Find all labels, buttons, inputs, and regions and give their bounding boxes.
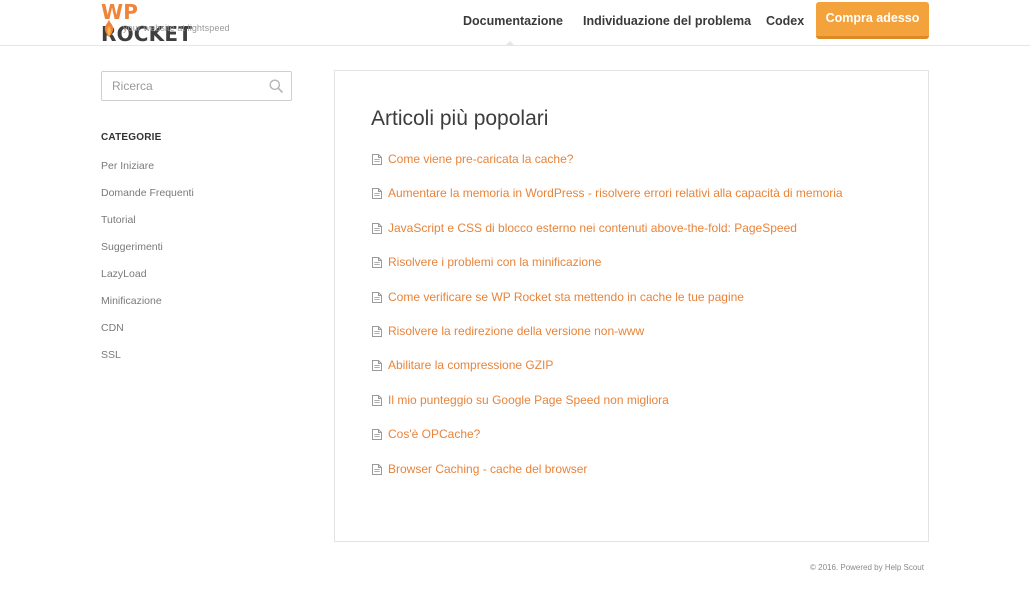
document-icon	[372, 188, 382, 200]
category-tutorial[interactable]: Tutorial	[101, 214, 194, 241]
article-link[interactable]: JavaScript e CSS di blocco esterno nei c…	[388, 221, 797, 235]
document-icon	[372, 429, 382, 441]
nav-item-codex[interactable]: Codex	[766, 14, 804, 28]
search-icon[interactable]	[269, 79, 283, 93]
category-cdn[interactable]: CDN	[101, 322, 194, 349]
article-list: Come viene pre-caricata la cache? Aument…	[372, 152, 843, 496]
document-icon	[372, 394, 382, 406]
article-item[interactable]: Come verificare se WP Rocket sta mettend…	[372, 290, 843, 324]
article-link[interactable]: Come verificare se WP Rocket sta mettend…	[388, 290, 744, 304]
site-header: WP ROCKET your website at lightspeed Doc…	[0, 0, 1030, 46]
footer-credit: © 2016. Powered by Help Scout	[810, 563, 924, 572]
article-item[interactable]: Cos'è OPCache?	[372, 427, 843, 461]
article-item[interactable]: Come viene pre-caricata la cache?	[372, 152, 843, 186]
page-title: Articoli più popolari	[371, 107, 549, 130]
logo-tagline: your website at lightspeed	[123, 23, 230, 33]
rocket-flame-icon	[104, 20, 114, 37]
nav-item-individuazione-problema[interactable]: Individuazione del problema	[583, 14, 751, 28]
document-icon	[372, 291, 382, 303]
article-link[interactable]: Cos'è OPCache?	[388, 427, 480, 441]
category-per-iniziare[interactable]: Per Iniziare	[101, 160, 194, 187]
document-icon	[372, 325, 382, 337]
wp-rocket-logo[interactable]: WP ROCKET your website at lightspeed	[101, 1, 236, 45]
popular-articles-panel: Articoli più popolari Come viene pre-car…	[334, 70, 929, 542]
article-item[interactable]: JavaScript e CSS di blocco esterno nei c…	[372, 221, 843, 255]
article-link[interactable]: Il mio punteggio su Google Page Speed no…	[388, 393, 669, 407]
nav-item-documentazione[interactable]: Documentazione	[463, 14, 563, 28]
article-link[interactable]: Browser Caching - cache del browser	[388, 462, 587, 476]
category-suggerimenti[interactable]: Suggerimenti	[101, 241, 194, 268]
article-item[interactable]: Aumentare la memoria in WordPress - riso…	[372, 186, 843, 220]
document-icon	[372, 154, 382, 165]
search-box	[101, 71, 292, 101]
article-item[interactable]: Abilitare la compressione GZIP	[372, 358, 843, 392]
search-input[interactable]	[102, 72, 262, 100]
buy-now-button[interactable]: Compra adesso	[816, 2, 929, 39]
category-minificazione[interactable]: Minificazione	[101, 295, 194, 322]
article-item[interactable]: Browser Caching - cache del browser	[372, 462, 843, 496]
document-icon	[372, 257, 382, 269]
article-link[interactable]: Abilitare la compressione GZIP	[388, 358, 553, 372]
category-domande-frequenti[interactable]: Domande Frequenti	[101, 187, 194, 214]
category-list: Per Iniziare Domande Frequenti Tutorial …	[101, 160, 194, 376]
document-icon	[372, 222, 382, 234]
document-icon	[372, 463, 382, 475]
article-item[interactable]: Risolvere i problemi con la minificazion…	[372, 255, 843, 289]
article-item[interactable]: Il mio punteggio su Google Page Speed no…	[372, 393, 843, 427]
active-nav-indicator	[505, 41, 515, 46]
article-link[interactable]: Come viene pre-caricata la cache?	[388, 152, 573, 166]
article-link[interactable]: Risolvere i problemi con la minificazion…	[388, 255, 601, 269]
article-link[interactable]: Aumentare la memoria in WordPress - riso…	[388, 186, 843, 200]
categories-heading: CATEGORIE	[101, 132, 162, 143]
document-icon	[372, 360, 382, 372]
article-link[interactable]: Risolvere la redirezione della versione …	[388, 324, 644, 338]
category-lazyload[interactable]: LazyLoad	[101, 268, 194, 295]
article-item[interactable]: Risolvere la redirezione della versione …	[372, 324, 843, 358]
category-ssl[interactable]: SSL	[101, 349, 194, 376]
